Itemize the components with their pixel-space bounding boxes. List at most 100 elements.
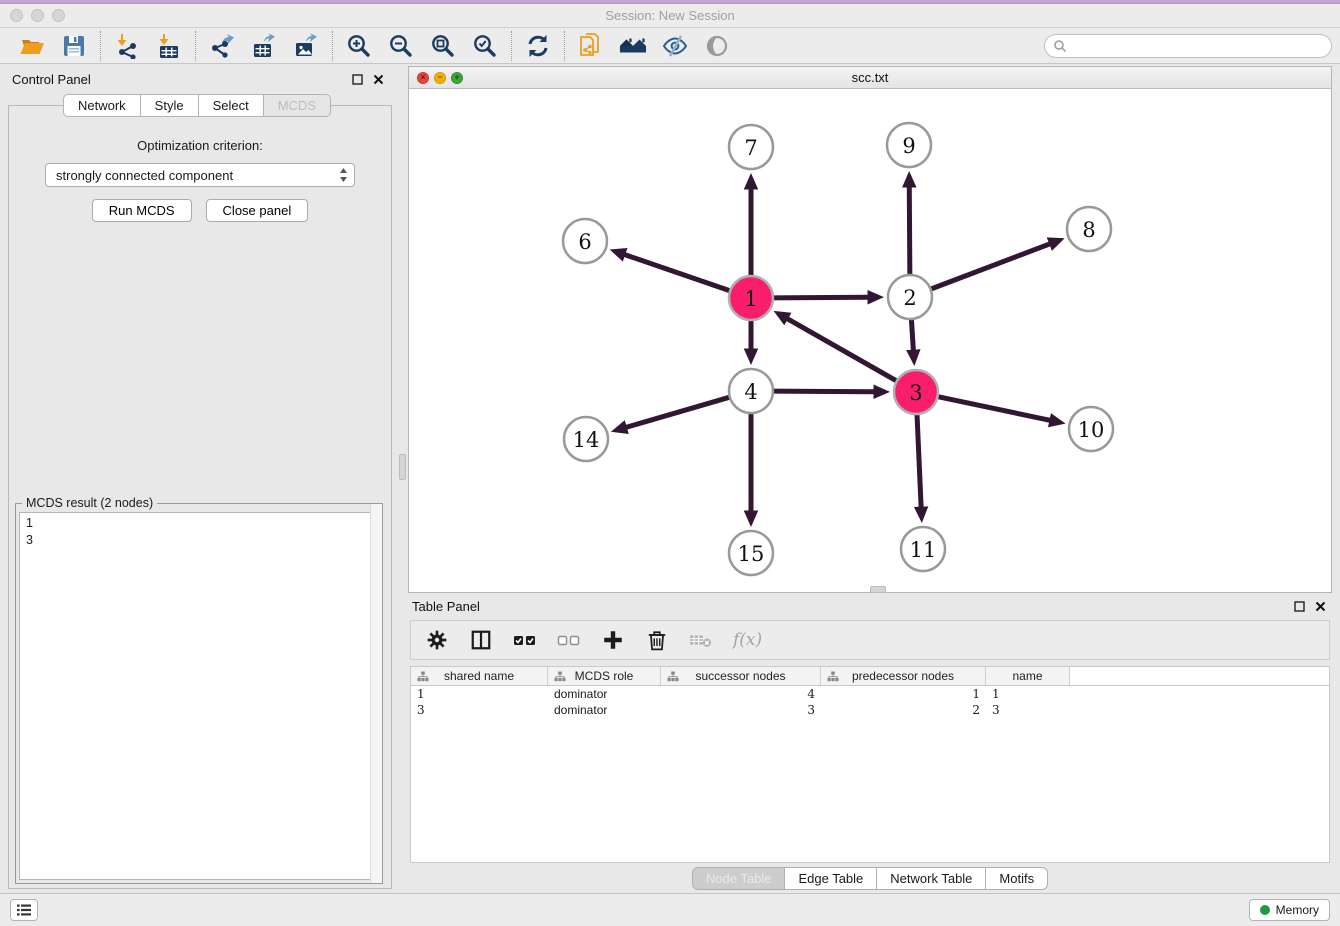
cell-predecessor-nodes[interactable]: 2 [821,702,986,718]
import-network-icon[interactable] [113,32,141,60]
edge-3-to-10[interactable] [936,396,1050,420]
network-maximize-button[interactable]: + [451,72,463,84]
graph-node-8[interactable]: 8 [1067,207,1111,251]
window-titlebar: Session: New Session [0,4,1340,28]
vertical-splitter[interactable] [396,64,408,893]
save-session-icon[interactable] [60,32,88,60]
network-window-titlebar[interactable]: scc.txt × − + [409,67,1331,89]
export-image-icon[interactable] [292,32,320,60]
delete-table-icon[interactable] [689,628,713,652]
column-header-predecessor-nodes[interactable]: predecessor nodes [821,667,986,685]
tab-mcds[interactable]: MCDS [264,94,331,117]
edge-1-to-6[interactable] [625,255,732,292]
search-input[interactable] [1067,39,1323,53]
table-row[interactable]: 3 dominator 3 2 3 [411,702,1329,718]
edge-2-to-8[interactable] [929,244,1050,290]
tab-edge-table[interactable]: Edge Table [785,867,877,890]
show-hidden-icon[interactable] [703,32,731,60]
float-panel-icon[interactable] [352,74,363,85]
cell-successor-nodes[interactable]: 4 [661,686,821,702]
hide-selected-icon[interactable] [661,32,689,60]
graph-node-6[interactable]: 6 [563,219,607,263]
graph-node-2[interactable]: 2 [888,275,932,319]
column-header-name[interactable]: name [986,667,1070,685]
network-canvas[interactable]: 7 9 6 8 1 2 4 3 14 10 15 11 [409,89,1331,592]
tab-style[interactable]: Style [141,94,199,117]
cell-shared-name[interactable]: 3 [411,702,548,718]
cell-predecessor-nodes[interactable]: 1 [821,686,986,702]
edge-4-to-3[interactable] [771,391,874,392]
column-header-shared-name[interactable]: shared name [411,667,548,685]
graph-node-4[interactable]: 4 [729,369,773,413]
tree-icon [667,671,679,682]
edge-3-to-11[interactable] [917,412,921,507]
graph-node-1[interactable]: 1 [729,276,773,320]
import-table-icon[interactable] [155,32,183,60]
svg-text:7: 7 [744,136,757,160]
task-history-button[interactable] [10,899,38,921]
run-mcds-button[interactable]: Run MCDS [92,199,192,222]
close-panel-icon[interactable] [373,74,384,85]
column-header-mcds-role[interactable]: MCDS role [548,667,661,685]
apply-function-icon[interactable]: f(x) [733,630,762,650]
zoom-selected-icon[interactable] [471,32,499,60]
cell-mcds-role[interactable]: dominator [548,686,661,702]
cell-shared-name[interactable]: 1 [411,686,548,702]
delete-column-icon[interactable] [645,628,669,652]
graph-node-14[interactable]: 14 [564,417,608,461]
tab-node-table[interactable]: Node Table [692,867,786,890]
network-close-button[interactable]: × [417,72,429,84]
close-panel-button[interactable]: Close panel [206,199,309,222]
cell-successor-nodes[interactable]: 3 [661,702,821,718]
graph-node-7[interactable]: 7 [729,125,773,169]
tab-network[interactable]: Network [63,94,141,117]
graph-node-3[interactable]: 3 [894,370,938,414]
cell-name[interactable]: 1 [986,686,1070,702]
table-options-icon[interactable] [425,628,449,652]
export-network-icon[interactable] [208,32,236,60]
show-column-panel-icon[interactable] [469,628,493,652]
svg-text:14: 14 [573,428,600,452]
show-all-networks-icon[interactable] [619,32,647,60]
export-table-icon[interactable] [250,32,278,60]
vertical-splitter-handle[interactable] [399,454,406,480]
horizontal-splitter-handle[interactable] [870,586,886,593]
open-session-icon[interactable] [18,32,46,60]
table-body: 1 dominator 4 1 1 3 dominator 3 2 3 [411,686,1329,862]
network-view-window: scc.txt × − + 7 9 6 8 1 2 4 3 14 10 15 11 [408,66,1332,593]
memory-button[interactable]: Memory [1249,899,1330,921]
result-scrollbar[interactable] [370,504,382,883]
cell-name[interactable]: 3 [986,702,1070,718]
edge-3-to-1[interactable] [787,319,898,382]
graph-node-10[interactable]: 10 [1069,407,1113,451]
edge-2-to-3[interactable] [911,317,913,350]
tab-motifs[interactable]: Motifs [986,867,1048,890]
graph-node-9[interactable]: 9 [887,123,931,167]
add-column-icon[interactable] [601,628,625,652]
refresh-view-icon[interactable] [524,32,552,60]
table-toolbar: f(x) [410,620,1330,660]
tab-network-table[interactable]: Network Table [877,867,986,890]
deselect-all-rows-icon[interactable] [557,628,581,652]
network-minimize-button[interactable]: − [434,72,446,84]
cell-mcds-role[interactable]: dominator [548,702,661,718]
edge-1-to-2[interactable] [771,297,868,298]
column-header-successor-nodes[interactable]: successor nodes [661,667,821,685]
edge-4-to-14[interactable] [626,397,731,428]
optimization-criterion-value: strongly connected component [56,168,233,183]
zoom-fit-icon[interactable] [429,32,457,60]
new-network-from-file-icon[interactable] [577,32,605,60]
mcds-result-textarea[interactable]: 1 3 [19,512,379,880]
optimization-criterion-select[interactable]: strongly connected component [45,163,355,187]
close-table-panel-icon[interactable] [1315,601,1326,612]
graph-node-15[interactable]: 15 [729,531,773,575]
zoom-in-icon[interactable] [345,32,373,60]
tab-select[interactable]: Select [199,94,264,117]
table-row[interactable]: 1 dominator 4 1 1 [411,686,1329,702]
select-all-rows-icon[interactable] [513,628,537,652]
float-table-panel-icon[interactable] [1294,601,1305,612]
toolbar-separator [511,31,512,61]
edge-2-to-9[interactable] [909,187,910,277]
graph-node-11[interactable]: 11 [901,527,945,571]
zoom-out-icon[interactable] [387,32,415,60]
